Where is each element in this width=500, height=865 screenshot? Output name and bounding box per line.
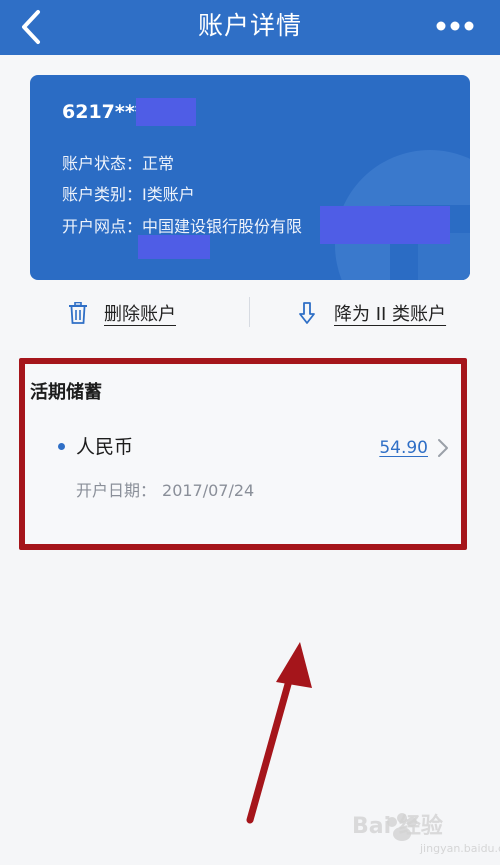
top-nav-bar: 账户详情 [0, 0, 500, 55]
redaction-mask [320, 206, 450, 244]
branch-label: 开户网点： [62, 217, 143, 236]
type-label: 账户类别： [62, 185, 143, 204]
watermark-subtext: jingyan.baidu.com [420, 842, 500, 855]
more-dots-icon[interactable] [434, 14, 476, 38]
account-type-row: 账户类别：I类账户 [62, 184, 195, 206]
annotation-highlight-box [19, 358, 467, 550]
action-divider [249, 297, 250, 327]
redaction-mask [136, 98, 196, 126]
downgrade-account-label: 降为 II 类账户 [334, 304, 447, 325]
delete-account-button[interactable]: 删除账户 [68, 298, 176, 328]
delete-account-label: 删除账户 [104, 304, 176, 325]
redaction-mask [138, 235, 210, 259]
page-title: 账户详情 [197, 11, 302, 40]
branch-value: 中国建设银行股份有限 [142, 217, 303, 236]
trash-icon [69, 302, 87, 324]
watermark-text: Bai 经验 [352, 814, 443, 839]
card-number: 6217*** [62, 101, 145, 123]
status-label: 账户状态： [62, 154, 143, 173]
account-status-row: 账户状态：正常 [62, 153, 174, 175]
arrow-down-icon [299, 302, 315, 324]
annotation-arrow-icon [246, 642, 312, 824]
status-value: 正常 [142, 154, 175, 173]
account-card: 6217*** 账户状态：正常 账户类别：I类账户 开户网点：中国建设银行股份有… [30, 75, 470, 280]
downgrade-account-button[interactable]: 降为 II 类账户 [298, 298, 446, 328]
type-value: I类账户 [142, 185, 195, 204]
